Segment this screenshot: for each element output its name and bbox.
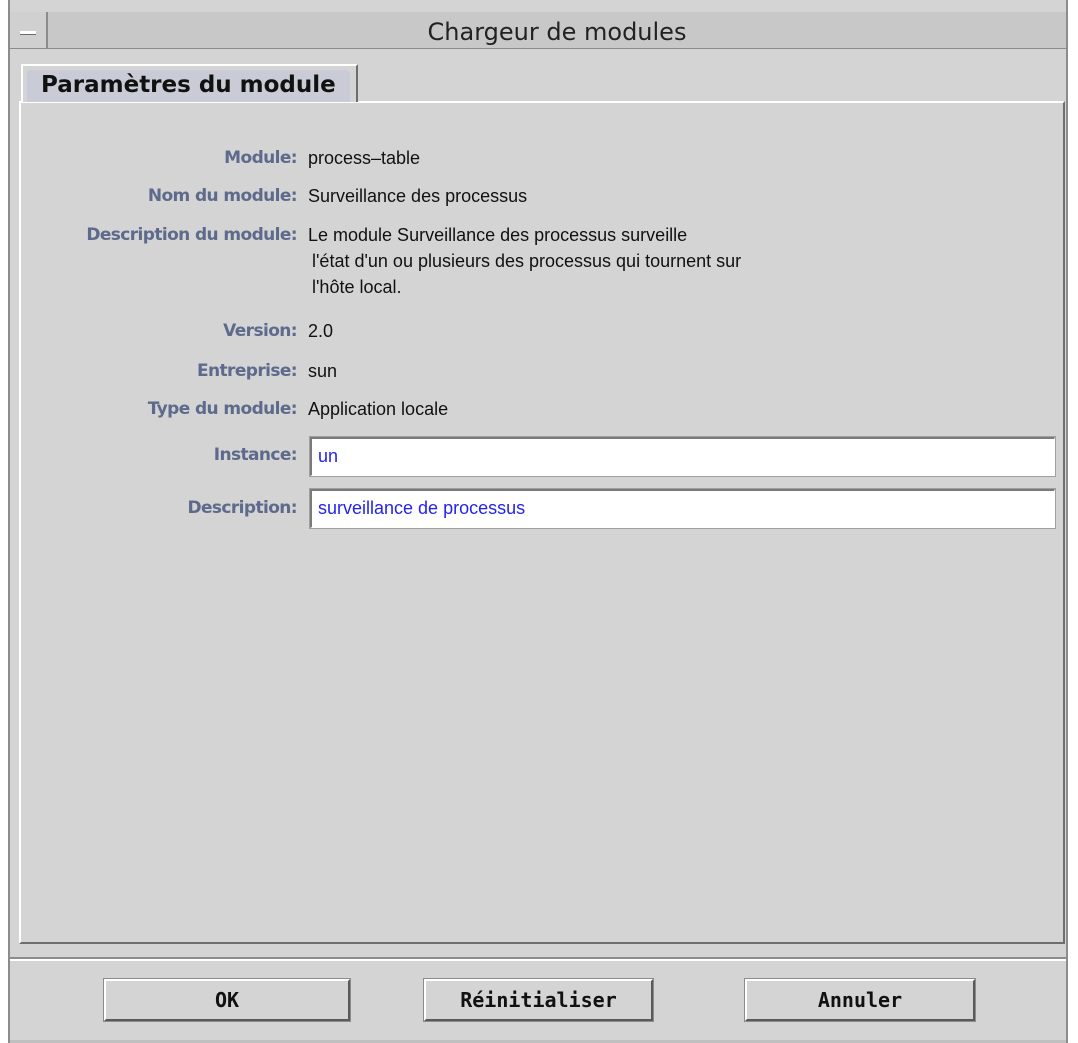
window-title: Chargeur de modules xyxy=(427,18,687,46)
module-value: process–table xyxy=(308,148,421,168)
module-name-label: Nom du module: xyxy=(147,186,298,206)
version-value: 2.0 xyxy=(308,321,334,341)
button-area-separator xyxy=(10,957,1066,961)
reset-button[interactable]: Réinitialiser xyxy=(423,978,654,1022)
company-label: Entreprise: xyxy=(197,361,298,381)
outer-margin-left xyxy=(0,0,8,1043)
module-description-line: l'hôte local. xyxy=(312,277,402,297)
version-label: Version: xyxy=(223,321,297,341)
tab-module-parameters[interactable]: Paramètres du module xyxy=(21,64,358,102)
outer-margin-right xyxy=(1068,0,1078,1043)
module-loader-window: Chargeur de modules Paramètres du module… xyxy=(0,0,1078,1043)
tab-label: Paramètres du module xyxy=(41,72,336,98)
description-input[interactable]: surveillance de processus xyxy=(309,488,1056,529)
module-label: Module: xyxy=(224,148,297,168)
description-label: Description: xyxy=(187,498,297,518)
module-type-label: Type du module: xyxy=(147,399,298,419)
cancel-button[interactable]: Annuler xyxy=(744,978,976,1022)
window-frame-left xyxy=(8,0,10,1043)
window-menu-button[interactable] xyxy=(10,12,48,48)
window-frame-right xyxy=(1066,0,1068,1043)
module-description-line: l'état d'un ou plusieurs des processus q… xyxy=(312,251,742,271)
module-name-value: Surveillance des processus xyxy=(308,186,528,206)
instance-label: Instance: xyxy=(213,445,298,465)
module-description-line: Le module Surveillance des processus sur… xyxy=(308,225,688,245)
module-description-value: Le module Surveillance des processus sur… xyxy=(308,222,741,300)
window-top-border xyxy=(10,0,1066,12)
company-value: sun xyxy=(308,361,338,381)
module-description-label: Description du module: xyxy=(86,225,297,245)
ok-button[interactable]: OK xyxy=(103,978,351,1022)
module-type-value: Application locale xyxy=(308,399,449,419)
module-parameters-panel: Module: process–table Nom du module: Sur… xyxy=(19,101,1065,944)
instance-input[interactable]: un xyxy=(309,436,1056,477)
title-bar[interactable]: Chargeur de modules xyxy=(10,12,1066,49)
window-menu-icon xyxy=(20,31,36,35)
